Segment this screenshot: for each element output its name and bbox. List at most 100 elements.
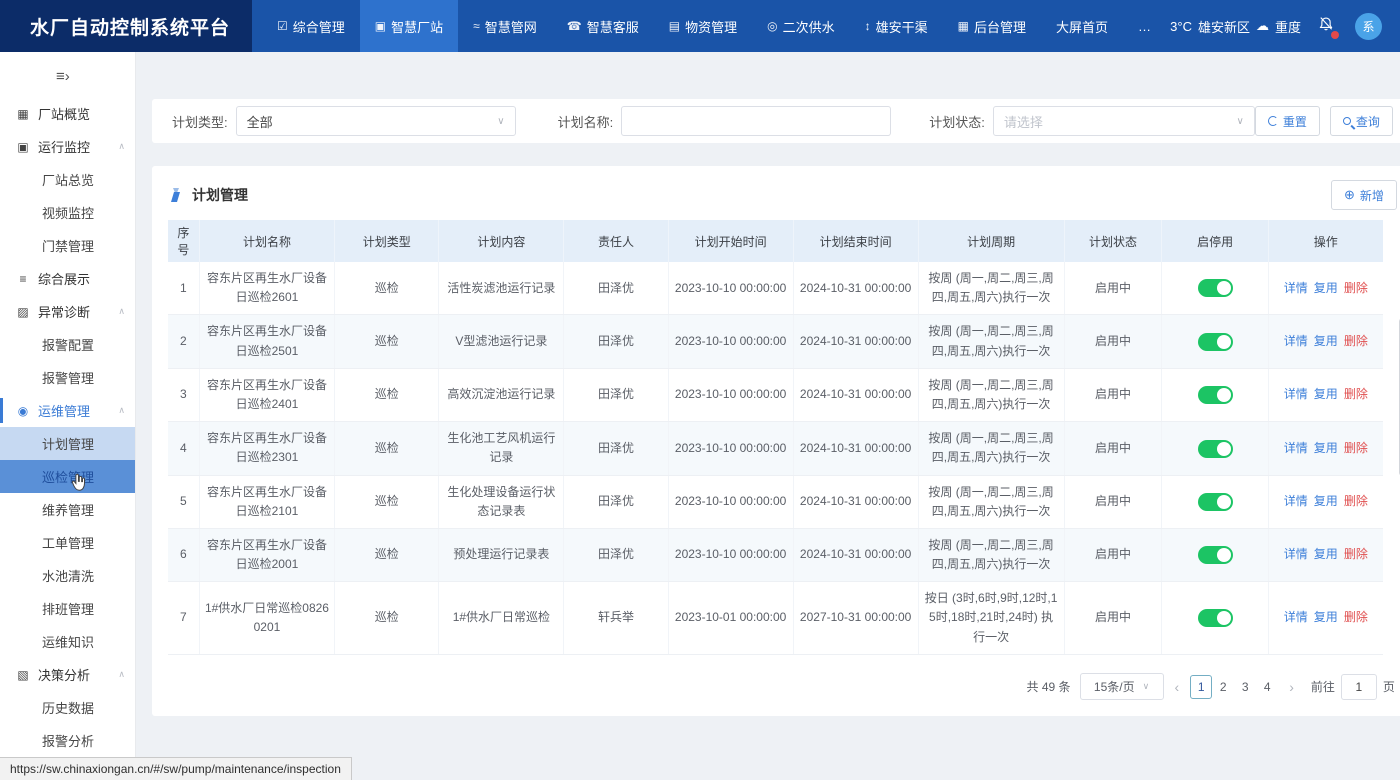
sidebar-item-决策分析[interactable]: ▧决策分析∧ xyxy=(0,658,135,691)
sidebar-item-巡检管理[interactable]: 巡检管理 xyxy=(0,460,135,493)
copy-link[interactable]: 复用 xyxy=(1314,441,1338,455)
enable-toggle[interactable] xyxy=(1198,279,1233,297)
sidebar-item-门禁管理[interactable]: 门禁管理 xyxy=(0,229,135,262)
nav-item-二次供水[interactable]: ◎二次供水 xyxy=(752,0,850,52)
sidebar-item-运维管理[interactable]: ◉运维管理∧ xyxy=(0,394,135,427)
sidebar-item-历史数据[interactable]: 历史数据 xyxy=(0,691,135,724)
detail-link[interactable]: 详情 xyxy=(1284,334,1308,348)
sidebar-item-排班管理[interactable]: 排班管理 xyxy=(0,592,135,625)
table-row: 71#供水厂日常巡检08260201巡检1#供水厂日常巡检轩兵举2023-10-… xyxy=(168,582,1383,655)
sidebar-item-报警配置[interactable]: 报警配置 xyxy=(0,328,135,361)
copy-link[interactable]: 复用 xyxy=(1314,610,1338,624)
copy-link[interactable]: 复用 xyxy=(1314,494,1338,508)
nav-item-物资管理[interactable]: ▤物资管理 xyxy=(654,0,752,52)
nav-item-label: 智慧客服 xyxy=(587,17,639,36)
start-time: 2023-10-10 00:00:00 xyxy=(668,368,793,421)
start-time: 2023-10-10 00:00:00 xyxy=(668,422,793,475)
pagination: 共 49 条 15条/页 ∨ ‹ 1234 › 前往 页 xyxy=(1027,673,1395,700)
plan-content: 预处理运行记录表 xyxy=(439,528,564,581)
nav-item-雄安干渠[interactable]: ↕雄安干渠 xyxy=(850,0,943,52)
page-layout: ≡› ▦厂站概览▣运行监控∧厂站总览视频监控门禁管理≡综合展示▨异常诊断∧报警配… xyxy=(0,52,1400,780)
plan-name: 容东片区再生水厂设备日巡检2001 xyxy=(199,528,334,581)
plan-type-value: 全部 xyxy=(247,112,273,131)
sidebar-item-水池清洗[interactable]: 水池清洗 xyxy=(0,559,135,592)
page-number-1[interactable]: 1 xyxy=(1190,675,1212,699)
sidebar-item-计划管理[interactable]: 计划管理 xyxy=(0,427,135,460)
detail-link[interactable]: 详情 xyxy=(1284,387,1308,401)
sidebar-item-综合展示[interactable]: ≡综合展示 xyxy=(0,262,135,295)
next-page-button[interactable]: › xyxy=(1287,679,1296,695)
sidebar-collapse-icon[interactable]: ≡› xyxy=(0,52,135,97)
delete-link[interactable]: 删除 xyxy=(1344,281,1368,295)
smart-service-icon: ☎ xyxy=(567,19,582,33)
sidebar-item-报警分析[interactable]: 报警分析 xyxy=(0,724,135,757)
detail-link[interactable]: 详情 xyxy=(1284,281,1308,295)
nav-item-…[interactable]: … xyxy=(1123,0,1166,52)
enable-toggle[interactable] xyxy=(1198,333,1233,351)
enable-cell xyxy=(1162,422,1268,475)
copy-link[interactable]: 复用 xyxy=(1314,281,1338,295)
copy-link[interactable]: 复用 xyxy=(1314,547,1338,561)
reset-button[interactable]: 重置 xyxy=(1255,106,1320,136)
page-number-2[interactable]: 2 xyxy=(1212,675,1234,699)
plan-type-select[interactable]: 全部 ∨ xyxy=(236,106,516,136)
sidebar-item-厂站概览[interactable]: ▦厂站概览 xyxy=(0,97,135,130)
plan-name: 1#供水厂日常巡检08260201 xyxy=(199,582,334,655)
sidebar-item-厂站总览[interactable]: 厂站总览 xyxy=(0,163,135,196)
plan-name: 容东片区再生水厂设备日巡检2301 xyxy=(199,422,334,475)
delete-link[interactable]: 删除 xyxy=(1344,387,1368,401)
main-menu: ☑综合管理▣智慧厂站≈智慧管网 ☎ 智慧客服 ▤物资管理◎二次供水↕雄安干渠▦后台管理… xyxy=(262,0,1166,52)
sidebar-item-视频监控[interactable]: 视频监控 xyxy=(0,196,135,229)
nav-item-大屏首页[interactable]: 大屏首页 xyxy=(1041,0,1123,52)
sidebar-item-运维知识[interactable]: 运维知识 xyxy=(0,625,135,658)
sidebar-item-label: 水池清洗 xyxy=(42,566,94,585)
copy-link[interactable]: 复用 xyxy=(1314,334,1338,348)
enable-toggle[interactable] xyxy=(1198,546,1233,564)
column-header-计划开始时间: 计划开始时间 xyxy=(668,220,793,262)
delete-link[interactable]: 删除 xyxy=(1344,547,1368,561)
enable-toggle[interactable] xyxy=(1198,609,1233,627)
query-button[interactable]: 查询 xyxy=(1330,106,1393,136)
detail-link[interactable]: 详情 xyxy=(1284,494,1308,508)
page-number-4[interactable]: 4 xyxy=(1256,675,1278,699)
detail-link[interactable]: 详情 xyxy=(1284,547,1308,561)
nav-item-智慧管网[interactable]: ≈智慧管网 xyxy=(458,0,552,52)
enable-toggle[interactable] xyxy=(1198,440,1233,458)
sidebar-item-运行监控[interactable]: ▣运行监控∧ xyxy=(0,130,135,163)
nav-item-智慧厂站[interactable]: ▣智慧厂站 xyxy=(360,0,458,52)
chevron-up-icon: ∧ xyxy=(118,141,125,152)
goto-page-input[interactable] xyxy=(1341,674,1377,700)
enable-toggle[interactable] xyxy=(1198,493,1233,511)
sidebar-item-label: 计划管理 xyxy=(42,434,94,453)
copy-link[interactable]: 复用 xyxy=(1314,387,1338,401)
nav-item-智慧客服[interactable]: ☎ 智慧客服 xyxy=(552,0,654,52)
detail-link[interactable]: 详情 xyxy=(1284,441,1308,455)
notification-bell-button[interactable] xyxy=(1317,15,1339,37)
plan-content: 1#供水厂日常巡检 xyxy=(439,582,564,655)
sidebar-item-label: 维养管理 xyxy=(42,500,94,519)
plan-status-select[interactable]: 请选择 ∨ xyxy=(993,106,1255,136)
delete-link[interactable]: 删除 xyxy=(1344,494,1368,508)
add-button[interactable]: ⊕ 新增 xyxy=(1331,180,1397,210)
page-number-3[interactable]: 3 xyxy=(1234,675,1256,699)
sidebar-item-维养管理[interactable]: 维养管理 xyxy=(0,493,135,526)
delete-link[interactable]: 删除 xyxy=(1344,334,1368,348)
detail-link[interactable]: 详情 xyxy=(1284,610,1308,624)
page-size-select[interactable]: 15条/页 ∨ xyxy=(1080,673,1164,700)
user-avatar[interactable]: 系 xyxy=(1355,13,1382,40)
chevron-down-icon: ∨ xyxy=(497,116,504,127)
nav-item-label: 后台管理 xyxy=(974,17,1026,36)
plan-name-input[interactable] xyxy=(621,106,891,136)
nav-item-后台管理[interactable]: ▦后台管理 xyxy=(943,0,1041,52)
enable-toggle[interactable] xyxy=(1198,386,1233,404)
delete-link[interactable]: 删除 xyxy=(1344,610,1368,624)
operation-monitor-icon: ▣ xyxy=(15,140,31,154)
sidebar-item-工单管理[interactable]: 工单管理 xyxy=(0,526,135,559)
search-icon xyxy=(1343,117,1351,125)
nav-item-综合管理[interactable]: ☑综合管理 xyxy=(262,0,360,52)
sidebar-item-报警管理[interactable]: 报警管理 xyxy=(0,361,135,394)
prev-page-button[interactable]: ‹ xyxy=(1173,679,1182,695)
sidebar-item-异常诊断[interactable]: ▨异常诊断∧ xyxy=(0,295,135,328)
delete-link[interactable]: 删除 xyxy=(1344,441,1368,455)
start-time: 2023-10-10 00:00:00 xyxy=(668,262,793,315)
